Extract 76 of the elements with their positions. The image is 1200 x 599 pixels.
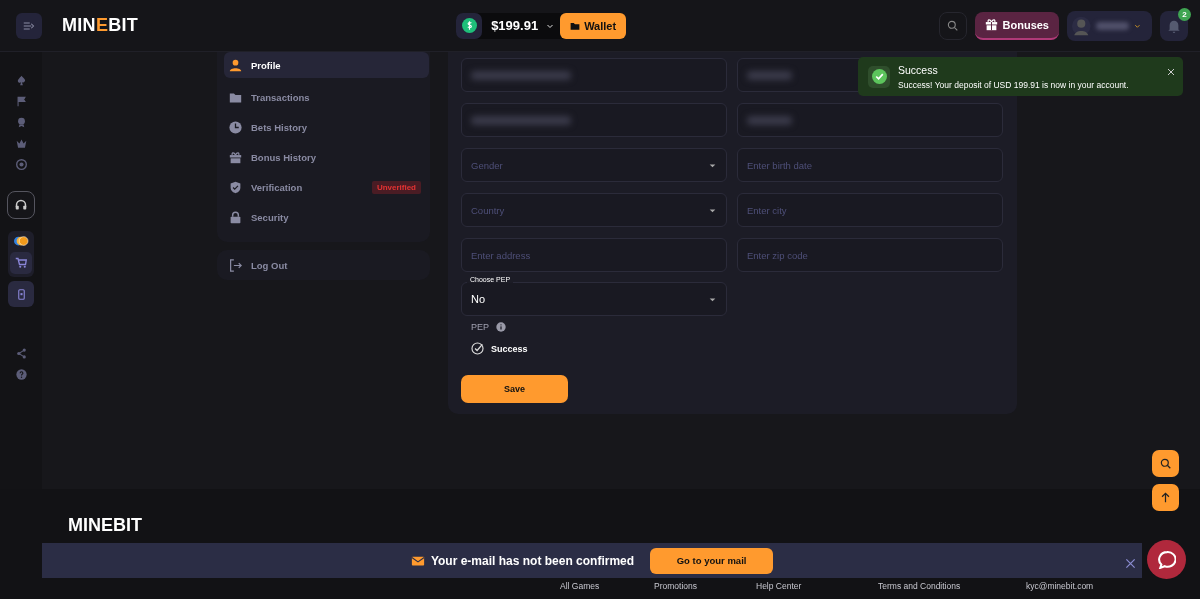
search-icon bbox=[947, 20, 959, 31]
close-icon bbox=[1167, 68, 1175, 76]
input-field[interactable] bbox=[461, 58, 727, 92]
logout-icon bbox=[229, 258, 242, 272]
input-field[interactable]: Enter address bbox=[461, 238, 727, 272]
redacted-value bbox=[747, 115, 792, 125]
dollar-coin-icon bbox=[461, 18, 477, 33]
chat-bubble-icon bbox=[1157, 550, 1176, 569]
flag-icon bbox=[15, 96, 27, 107]
close-icon bbox=[1125, 558, 1136, 569]
profile-menu-item[interactable]: Transactions bbox=[224, 82, 429, 112]
lock-icon bbox=[229, 210, 242, 224]
save-button[interactable]: Save bbox=[461, 375, 568, 403]
gift-icon bbox=[229, 150, 242, 164]
banner-message: Your e-mail has not been confirmed bbox=[430, 553, 635, 568]
profile-menu-item[interactable]: Bonus History bbox=[224, 142, 429, 172]
notification-count: 2 bbox=[1178, 7, 1191, 21]
gift-icon bbox=[984, 18, 998, 31]
input-field[interactable] bbox=[737, 103, 1003, 137]
avatar-icon bbox=[1072, 14, 1091, 37]
input-field[interactable]: Enter city bbox=[737, 193, 1003, 227]
bonuses-button[interactable]: Bonuses bbox=[974, 11, 1059, 40]
expand-icon bbox=[23, 19, 35, 32]
logo[interactable]: MINEBIT bbox=[62, 15, 139, 36]
soccer-ball-icon bbox=[15, 159, 27, 170]
profile-menu-item[interactable]: Bets History bbox=[224, 112, 429, 142]
headset-icon bbox=[15, 199, 27, 211]
toast-title: Success bbox=[898, 63, 939, 76]
redacted-value bbox=[747, 70, 792, 80]
clock-icon bbox=[229, 120, 242, 134]
select-field[interactable]: No bbox=[461, 282, 727, 316]
footer-link[interactable]: kyc@minebit.com bbox=[1026, 581, 1094, 591]
crypto-coins-icon bbox=[11, 234, 31, 248]
user-menu[interactable] bbox=[1067, 10, 1152, 41]
logout-button[interactable]: Log Out bbox=[217, 250, 430, 280]
crown-icon bbox=[15, 138, 27, 149]
trophy-icon bbox=[15, 117, 27, 128]
folder-icon bbox=[229, 90, 242, 104]
sidebar-toggle-button[interactable] bbox=[16, 12, 42, 39]
bell-icon bbox=[1167, 18, 1181, 33]
support-button[interactable] bbox=[7, 191, 35, 219]
status-badge: Unverified bbox=[371, 180, 421, 194]
footer-link[interactable]: Help Center bbox=[756, 581, 878, 591]
arrow-up-icon bbox=[1160, 492, 1171, 503]
balance-amount: $199.91 bbox=[490, 18, 540, 33]
input-field[interactable]: Enter zip code bbox=[737, 238, 1003, 272]
info-icon bbox=[496, 322, 506, 332]
folder-icon bbox=[570, 20, 581, 31]
logo[interactable]: MINEBIT bbox=[68, 515, 142, 535]
mobile-app-button[interactable] bbox=[8, 281, 34, 307]
cart-icon bbox=[15, 257, 27, 269]
check-icon bbox=[871, 69, 887, 84]
spade-icon bbox=[15, 75, 27, 86]
cart-button[interactable] bbox=[10, 252, 32, 274]
person-icon bbox=[229, 58, 242, 72]
input-field[interactable]: Enter birth date bbox=[737, 148, 1003, 182]
profile-menu-item[interactable]: Security bbox=[224, 202, 429, 232]
phone-icon bbox=[15, 288, 27, 300]
go-to-mail-button[interactable]: Go to your mail bbox=[650, 547, 774, 574]
wallet-button[interactable]: Wallet bbox=[560, 12, 627, 39]
pep-status: Success bbox=[491, 343, 528, 354]
scroll-top-button[interactable] bbox=[1152, 484, 1179, 511]
share-icon bbox=[15, 348, 27, 359]
footer-link[interactable]: All Games bbox=[560, 581, 654, 591]
footer-link[interactable]: Terms and Conditions bbox=[878, 581, 1026, 591]
profile-menu-item[interactable]: Verification Unverified bbox=[224, 172, 429, 202]
pep-label: PEP bbox=[471, 322, 489, 332]
shield-icon bbox=[229, 180, 242, 194]
toast-message: Success! Your deposit of USD 199.91 is now in your account. bbox=[898, 79, 1129, 90]
help-icon bbox=[15, 369, 27, 380]
search-button[interactable] bbox=[1152, 450, 1179, 477]
input-field[interactable] bbox=[461, 103, 727, 137]
search-icon bbox=[1160, 458, 1171, 469]
footer-link[interactable]: Promotions bbox=[654, 581, 756, 591]
check-circle-icon bbox=[471, 342, 484, 355]
profile-menu-item[interactable]: Profile bbox=[224, 52, 429, 78]
